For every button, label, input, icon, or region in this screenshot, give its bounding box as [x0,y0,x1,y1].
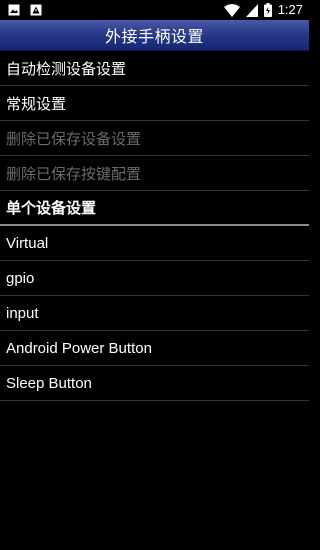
menu-item-delete-saved-key-config: 删除已保存按键配置 [0,156,309,191]
device-item-virtual[interactable]: Virtual [0,226,309,261]
menu-item-general-settings[interactable]: 常规设置 [0,86,309,121]
status-bar: 1:27 [0,0,309,20]
device-label: gpio [6,269,35,287]
title-bar: 外接手柄设置 [0,20,309,51]
signal-icon [245,3,258,17]
menu-item-delete-saved-device-settings: 删除已保存设备设置 [0,121,309,156]
settings-menu-list: 自动检测设备设置 常规设置 删除已保存设备设置 删除已保存按键配置 单个设备设置… [0,51,309,401]
menu-item-label: 删除已保存按键配置 [6,164,142,183]
warning-icon [30,4,42,16]
menu-item-label: 常规设置 [6,94,67,113]
device-item-sleep-button[interactable]: Sleep Button [0,366,309,401]
menu-item-auto-detect[interactable]: 自动检测设备设置 [0,51,309,86]
status-time: 1:27 [277,2,303,17]
status-right-icons: 1:27 [223,2,303,18]
device-label: input [6,304,39,322]
status-left-icons [8,4,42,16]
device-label: Android Power Button [6,339,152,357]
device-label: Sleep Button [6,374,92,392]
menu-item-label: 自动检测设备设置 [6,59,127,78]
wifi-icon [223,3,240,17]
device-item-android-power-button[interactable]: Android Power Button [0,331,309,366]
page-title: 外接手柄设置 [104,27,204,46]
image-icon [8,4,20,16]
category-label: 单个设备设置 [6,199,97,217]
device-item-gpio[interactable]: gpio [0,261,309,296]
battery-charging-icon [263,3,272,17]
menu-item-label: 删除已保存设备设置 [6,129,142,148]
device-label: Virtual [6,234,49,252]
category-header-single-device: 单个设备设置 [0,191,309,226]
device-item-input[interactable]: input [0,296,309,331]
